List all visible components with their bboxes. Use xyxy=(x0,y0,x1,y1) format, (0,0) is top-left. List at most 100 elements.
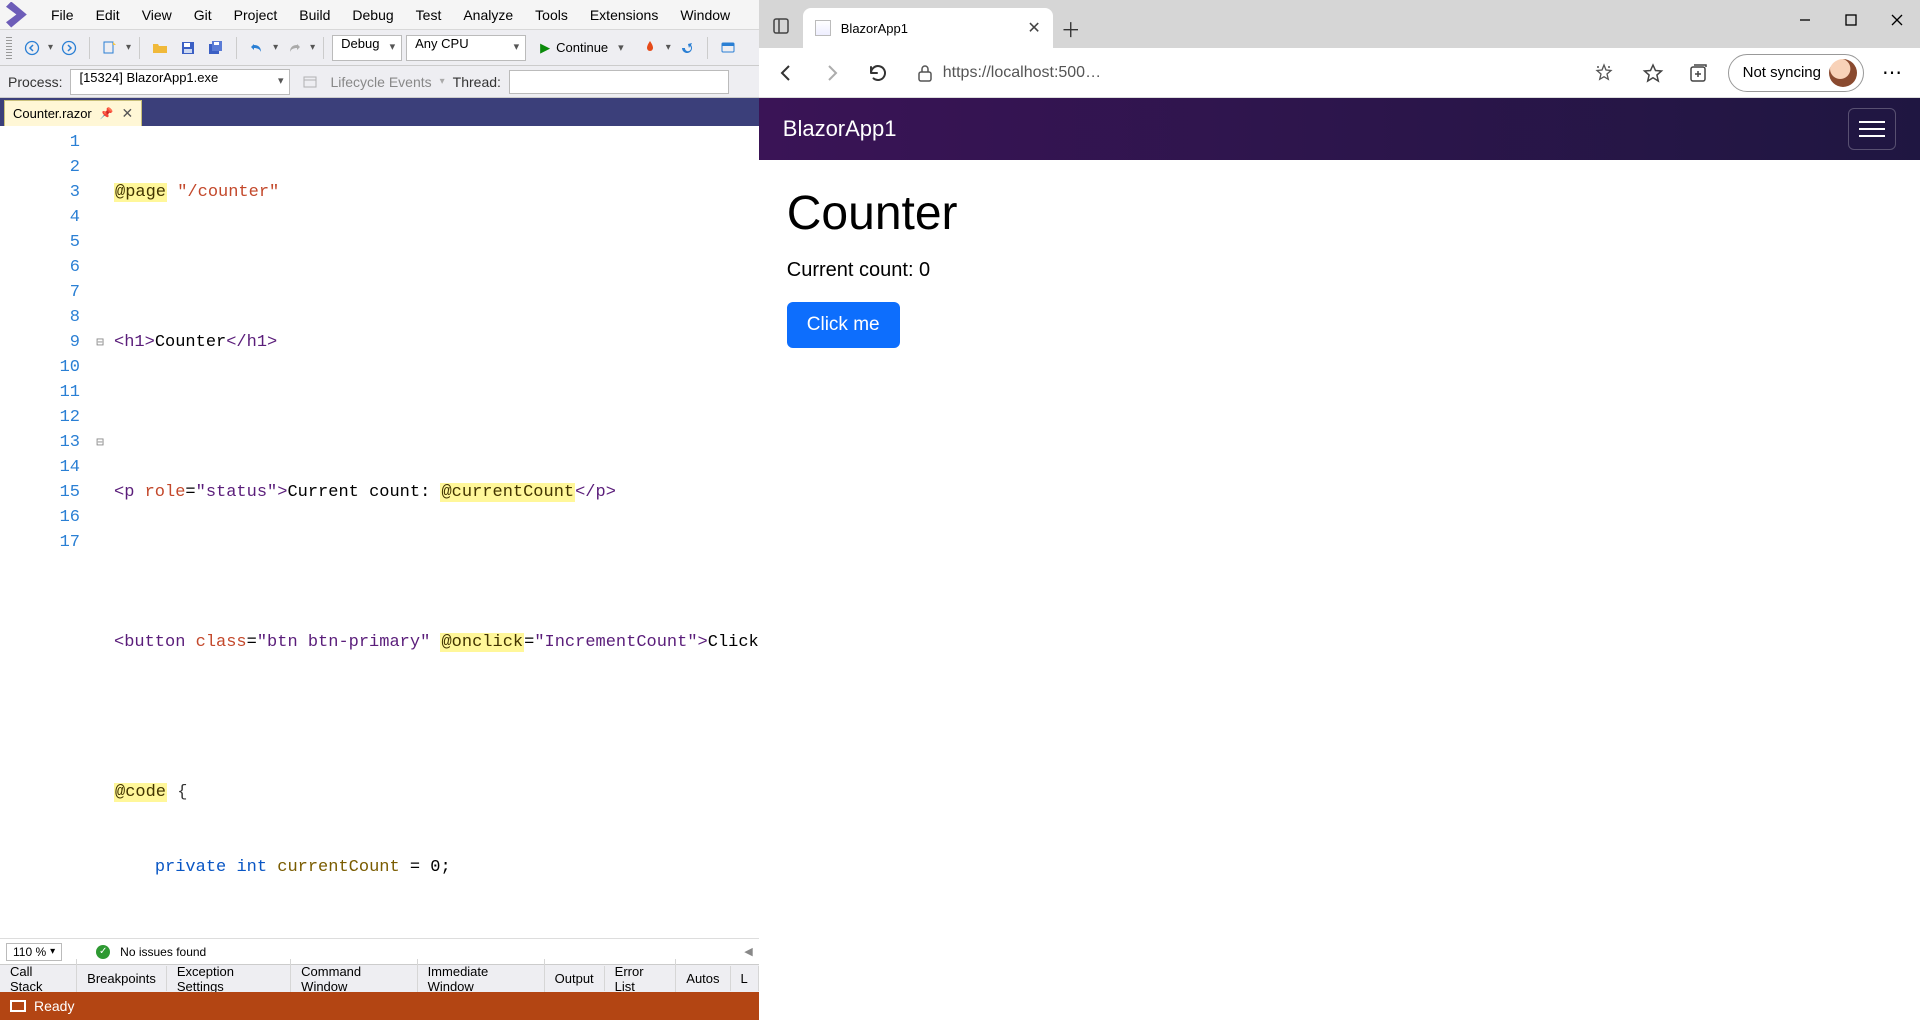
panel-output[interactable]: Output xyxy=(545,966,605,991)
close-tab-icon[interactable]: ✕ xyxy=(1027,18,1040,38)
browser-tab-blazorapp1[interactable]: BlazorApp1 ✕ xyxy=(803,8,1053,48)
sync-label: Not syncing xyxy=(1743,64,1821,81)
edge-tabstrip: BlazorApp1 ✕ ＋ xyxy=(803,0,1782,48)
vs-toolbar: ▾ ▾ ▾ xyxy=(0,30,759,66)
pin-icon[interactable]: 📌 xyxy=(100,107,114,120)
panel-autos[interactable]: Autos xyxy=(676,966,730,991)
save-all-button[interactable] xyxy=(204,36,228,60)
code-editor[interactable]: 1234567891011121314151617 ⊟⊟ @page "/cou… xyxy=(0,126,759,938)
fold-column[interactable]: ⊟⊟ xyxy=(90,126,110,938)
menu-git[interactable]: Git xyxy=(183,3,223,27)
panel-locals[interactable]: L xyxy=(731,966,759,991)
bottom-panel-tabs: Call Stack Breakpoints Exception Setting… xyxy=(0,964,759,992)
open-file-button[interactable] xyxy=(148,36,172,60)
menu-debug[interactable]: Debug xyxy=(341,3,404,27)
menu-project[interactable]: Project xyxy=(223,3,289,27)
nav-forward-button[interactable] xyxy=(57,36,81,60)
restart-button[interactable] xyxy=(675,36,699,60)
hamburger-line-icon xyxy=(1859,135,1885,137)
vs-menubar: File Edit View Git Project Build Debug T… xyxy=(0,0,759,30)
menu-build[interactable]: Build xyxy=(288,3,341,27)
enhance-icon[interactable] xyxy=(1594,63,1614,83)
maximize-button[interactable] xyxy=(1828,0,1874,40)
dropdown-caret-icon[interactable]: ▾ xyxy=(310,42,315,53)
forward-button[interactable] xyxy=(815,56,849,90)
counter-status: Current count: 0 xyxy=(787,259,1892,282)
menu-window[interactable]: Window xyxy=(669,3,741,27)
menu-file[interactable]: File xyxy=(40,3,85,27)
menu-extensions[interactable]: Extensions xyxy=(579,3,669,27)
visual-studio-window: File Edit View Git Project Build Debug T… xyxy=(0,0,759,1020)
vs-logo-icon xyxy=(6,2,32,28)
hot-reload-button[interactable] xyxy=(638,36,662,60)
address-bar[interactable]: https://localhost:500… xyxy=(907,63,1624,83)
status-text: Ready xyxy=(34,998,74,1014)
favorites-button[interactable] xyxy=(1636,56,1670,90)
menu-test[interactable]: Test xyxy=(405,3,453,27)
process-label: Process: xyxy=(8,74,62,90)
dropdown-caret-icon[interactable]: ▾ xyxy=(440,76,445,87)
url-text: https://localhost:500… xyxy=(943,64,1101,82)
menu-analyze[interactable]: Analyze xyxy=(452,3,524,27)
status-rect-icon xyxy=(10,1000,26,1012)
vs-debug-toolbar: Process: [15324] BlazorApp1.exe Lifecycl… xyxy=(0,66,759,98)
dropdown-caret-icon[interactable]: ▾ xyxy=(273,42,278,53)
continue-label: Continue xyxy=(556,40,608,55)
toolbar-grip-icon xyxy=(6,37,12,59)
panel-breakpoints[interactable]: Breakpoints xyxy=(77,966,167,991)
back-button[interactable] xyxy=(769,56,803,90)
scroll-left-icon[interactable]: ◀ xyxy=(744,945,752,958)
hamburger-line-icon xyxy=(1859,121,1885,123)
configuration-select[interactable]: Debug xyxy=(332,35,402,61)
profile-avatar-icon xyxy=(1829,59,1857,87)
thread-select[interactable] xyxy=(509,70,729,94)
tab-title: BlazorApp1 xyxy=(841,21,908,36)
app-navbar: BlazorApp1 xyxy=(759,98,1920,160)
menu-tools[interactable]: Tools xyxy=(524,3,579,27)
process-select[interactable]: [15324] BlazorApp1.exe xyxy=(70,69,290,95)
click-me-button[interactable]: Click me xyxy=(787,302,900,348)
lifecycle-events-icon[interactable] xyxy=(298,70,322,94)
minimize-button[interactable] xyxy=(1782,0,1828,40)
close-window-button[interactable] xyxy=(1874,0,1920,40)
dropdown-caret-icon[interactable]: ▾ xyxy=(48,42,53,53)
save-button[interactable] xyxy=(176,36,200,60)
nav-toggle-button[interactable] xyxy=(1848,108,1896,150)
browser-link-button[interactable] xyxy=(716,36,740,60)
favicon-icon xyxy=(815,20,831,36)
new-item-button[interactable] xyxy=(98,36,122,60)
dropdown-caret-icon[interactable]: ▾ xyxy=(126,42,131,53)
platform-select[interactable]: Any CPU xyxy=(406,35,526,61)
browser-viewport: BlazorApp1 Counter Current count: 0 Clic… xyxy=(759,98,1920,1020)
collections-button[interactable] xyxy=(1682,56,1716,90)
new-tab-button[interactable]: ＋ xyxy=(1053,10,1089,46)
app-brand[interactable]: BlazorApp1 xyxy=(783,116,897,142)
menu-edit[interactable]: Edit xyxy=(85,3,131,27)
nav-back-button[interactable] xyxy=(20,36,44,60)
editor-tab-label: Counter.razor xyxy=(13,106,92,121)
tab-actions-button[interactable] xyxy=(759,6,803,46)
lock-icon xyxy=(917,64,933,82)
issues-ok-icon: ✓ xyxy=(96,945,110,959)
refresh-button[interactable] xyxy=(861,56,895,90)
fold-toggle-icon[interactable]: ⊟ xyxy=(90,430,110,455)
editor-tab-counter-razor[interactable]: Counter.razor 📌 ✕ xyxy=(4,100,142,126)
redo-button[interactable] xyxy=(282,36,306,60)
code-content[interactable]: @page "/counter" <h1>Counter</h1> <p rol… xyxy=(110,126,759,938)
close-tab-icon[interactable]: ✕ xyxy=(121,105,133,122)
app-page: Counter Current count: 0 Click me xyxy=(759,160,1920,368)
undo-button[interactable] xyxy=(245,36,269,60)
sync-status[interactable]: Not syncing xyxy=(1728,54,1864,92)
hamburger-line-icon xyxy=(1859,128,1885,130)
editor-tab-well: Counter.razor 📌 ✕ xyxy=(0,98,759,126)
lifecycle-events-label[interactable]: Lifecycle Events xyxy=(330,74,431,90)
dropdown-caret-icon[interactable]: ▾ xyxy=(666,42,671,53)
more-menu-button[interactable]: ⋯ xyxy=(1876,60,1910,85)
edge-titlebar: BlazorApp1 ✕ ＋ xyxy=(759,0,1920,48)
continue-button[interactable]: ▶ Continue xyxy=(530,35,634,61)
fold-toggle-icon[interactable]: ⊟ xyxy=(90,330,110,355)
vs-status-bar: Ready xyxy=(0,992,759,1020)
menu-view[interactable]: View xyxy=(131,3,183,27)
edge-toolbar: https://localhost:500… Not syncing ⋯ xyxy=(759,48,1920,98)
line-gutter: 1234567891011121314151617 xyxy=(0,126,90,938)
